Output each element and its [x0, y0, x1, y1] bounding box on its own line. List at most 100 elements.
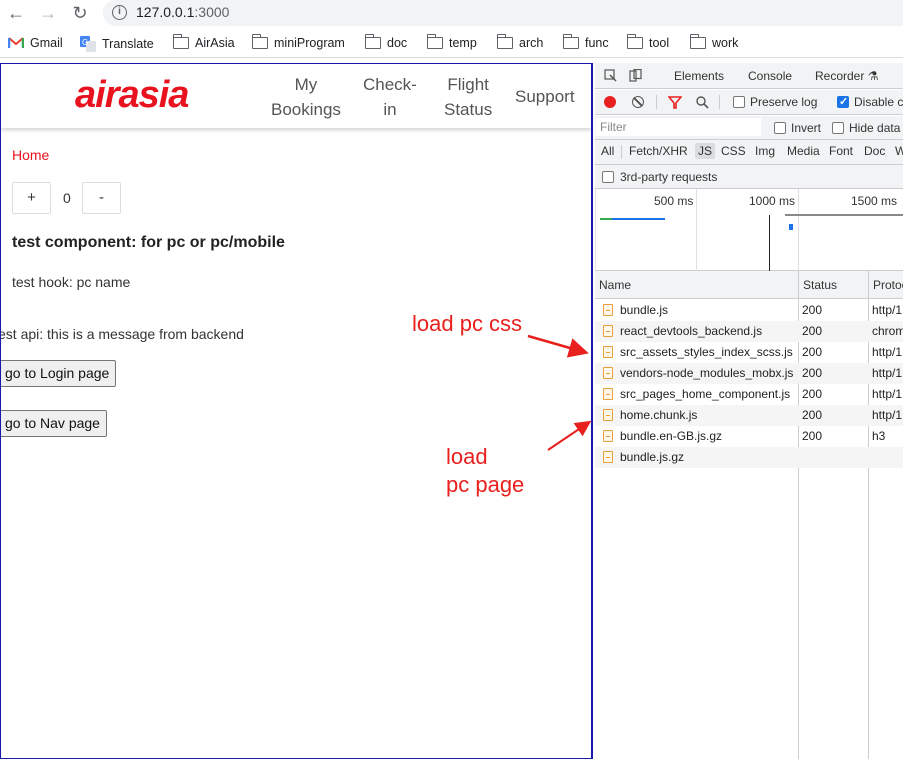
third-party-checkbox[interactable] [602, 171, 614, 183]
bookmark-work[interactable]: work [689, 34, 738, 50]
bookmark-translate[interactable]: G Translate [80, 36, 154, 52]
type-css[interactable]: CSS [718, 143, 749, 159]
request-status: 200 [802, 345, 823, 359]
type-js[interactable]: JS [695, 143, 716, 159]
script-file-icon [603, 409, 613, 421]
timeline-mark [789, 224, 793, 230]
timeline-bar-gray [785, 214, 903, 216]
breadcrumb-home[interactable]: Home [12, 147, 49, 163]
type-font[interactable]: Font [826, 143, 856, 159]
column-name[interactable]: Name [599, 278, 631, 292]
url-field[interactable]: i 127.0.0.1:3000 [103, 0, 903, 26]
devtools-panel: Elements Console Recorder ⚗ Preserve log… [595, 63, 903, 759]
bookmark-tool[interactable]: tool [626, 34, 670, 50]
filter-funnel-icon[interactable] [668, 96, 682, 109]
folder-icon [562, 34, 579, 49]
type-ws[interactable]: W [892, 143, 903, 159]
hide-data-urls-checkbox[interactable] [832, 122, 844, 134]
device-toolbar-icon[interactable] [629, 69, 642, 82]
network-timeline[interactable]: 500 ms 1000 ms 1500 ms [595, 189, 903, 271]
type-fetch-xhr[interactable]: Fetch/XHR [626, 143, 691, 159]
nav-my-bookings[interactable]: My Bookings [271, 72, 341, 122]
type-media[interactable]: Media [784, 143, 823, 159]
column-protocol[interactable]: Protoc [873, 278, 903, 292]
back-icon[interactable]: ← [5, 2, 27, 24]
bookmark-airasia[interactable]: AirAsia [172, 34, 235, 50]
devtools-tab-bar: Elements Console Recorder ⚗ [595, 63, 903, 89]
record-icon[interactable] [604, 96, 616, 108]
bookmark-temp[interactable]: temp [426, 34, 477, 50]
bookmark-arch[interactable]: arch [496, 34, 544, 50]
request-status: 200 [802, 303, 823, 317]
clear-icon[interactable] [632, 96, 644, 108]
hook-text: test hook: pc name [12, 274, 131, 290]
nav-support[interactable]: Support [515, 84, 575, 109]
counter-value: 0 [63, 190, 71, 206]
folder-icon [689, 34, 706, 49]
decrement-button[interactable]: - [82, 182, 121, 214]
disable-cache-checkbox[interactable] [837, 95, 849, 108]
increment-button[interactable]: + [12, 182, 51, 214]
bookmark-label: arch [519, 36, 544, 50]
request-name: vendors-node_modules_mobx.js [620, 366, 794, 380]
request-name: bundle.js [620, 303, 669, 317]
go-to-login-button[interactable]: go to Login page [1, 360, 117, 387]
airasia-logo[interactable]: airasia [75, 74, 189, 117]
script-file-icon [603, 388, 613, 400]
preserve-log-checkbox[interactable] [733, 96, 745, 108]
reload-icon[interactable]: ↻ [69, 2, 91, 24]
request-status: 200 [802, 366, 823, 380]
invert-checkbox[interactable] [774, 122, 786, 134]
request-protocol: h3 [872, 429, 886, 443]
bookmarks-bar: Gmail G Translate AirAsia miniProgram do… [0, 30, 903, 58]
request-protocol: http/1 [872, 387, 903, 401]
script-file-icon [603, 367, 613, 379]
request-row[interactable]: src_assets_styles_index_scss.js 200 http/1 [595, 342, 903, 363]
nav-check-in[interactable]: Check-in [363, 72, 417, 122]
bookmark-func[interactable]: func [562, 34, 609, 50]
bookmark-gmail[interactable]: Gmail [8, 36, 63, 50]
bookmark-label: miniProgram [274, 36, 345, 50]
site-info-icon[interactable]: i [112, 5, 127, 20]
bookmark-label: Translate [102, 37, 154, 51]
tab-elements[interactable]: Elements [674, 69, 724, 83]
nav-flight-status[interactable]: Flight Status [444, 72, 492, 122]
request-row[interactable]: bundle.js 200 http/1 [595, 300, 903, 321]
timeline-gridline [798, 189, 799, 271]
bookmark-doc[interactable]: doc [364, 34, 408, 50]
type-img[interactable]: Img [752, 143, 778, 159]
url-text: 127.0.0.1:3000 [136, 4, 230, 20]
column-status[interactable]: Status [803, 278, 837, 292]
type-all[interactable]: All [598, 143, 617, 159]
api-text: est api: this is a message from backend [0, 326, 244, 342]
type-doc[interactable]: Doc [861, 143, 888, 159]
filter-input[interactable]: Filter [596, 118, 761, 136]
toolbar-divider [656, 95, 657, 109]
bookmark-miniprogram[interactable]: miniProgram [251, 34, 345, 50]
request-row[interactable]: src_pages_home_component.js 200 http/1 [595, 384, 903, 405]
inspect-element-icon[interactable] [604, 69, 617, 82]
invert-label: Invert [791, 121, 822, 135]
tab-console[interactable]: Console [748, 69, 792, 83]
request-row[interactable]: bundle.en-GB.js.gz 200 h3 [595, 426, 903, 447]
nav-label: My [294, 75, 318, 94]
request-row[interactable]: react_devtools_backend.js 200 chrom [595, 321, 903, 342]
filter-row: Filter Invert Hide data [595, 116, 903, 140]
go-to-nav-button[interactable]: go to Nav page [1, 410, 107, 437]
folder-icon [496, 34, 513, 49]
request-status: 200 [802, 408, 823, 422]
request-row[interactable]: bundle.js.gz [595, 447, 903, 468]
bookmark-label: tool [649, 36, 670, 50]
annotation-load-page: load pc page [446, 444, 525, 497]
script-file-icon [603, 304, 613, 316]
request-row[interactable]: home.chunk.js 200 http/1 [595, 405, 903, 426]
tab-recorder[interactable]: Recorder ⚗ [815, 69, 878, 83]
request-protocol: http/1 [872, 345, 903, 359]
timeline-label: 1500 ms [851, 194, 898, 208]
search-icon[interactable] [696, 96, 709, 109]
request-row[interactable]: vendors-node_modules_mobx.js 200 http/1 [595, 363, 903, 384]
bookmark-label: doc [387, 36, 408, 50]
request-protocol: chrom [872, 324, 903, 338]
forward-icon[interactable]: → [37, 2, 59, 24]
resource-type-filter: All Fetch/XHR JS CSS Img Media Font Doc … [595, 140, 903, 165]
